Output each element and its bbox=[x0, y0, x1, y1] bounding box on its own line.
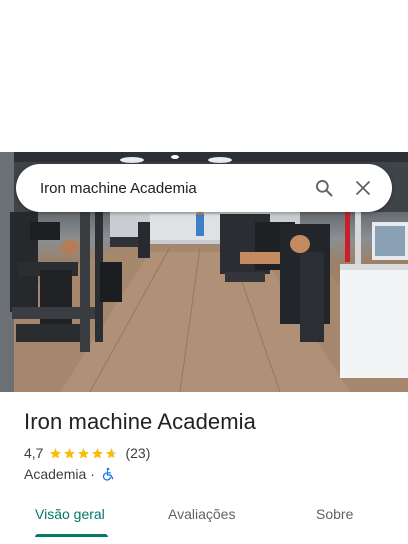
tab-reviews[interactable]: Avaliações bbox=[168, 506, 235, 522]
search-bar[interactable]: Iron machine Academia bbox=[16, 164, 392, 212]
map-blank-area bbox=[0, 0, 408, 152]
active-tab-indicator bbox=[35, 534, 108, 537]
category-row: Academia · bbox=[24, 465, 115, 483]
place-title: Iron machine Academia bbox=[24, 409, 257, 434]
review-count[interactable]: (23) bbox=[125, 445, 150, 461]
rating-row[interactable]: 4,7 (23) bbox=[24, 444, 150, 462]
tab-bar: Visão geral Avaliações Sobre bbox=[0, 494, 408, 538]
tab-overview[interactable]: Visão geral bbox=[35, 506, 105, 522]
place-category: Academia bbox=[24, 466, 87, 482]
star-icon bbox=[78, 447, 90, 459]
star-icon bbox=[92, 447, 104, 459]
star-icon bbox=[50, 447, 62, 459]
search-icon[interactable] bbox=[314, 178, 334, 198]
star-rating bbox=[49, 447, 119, 460]
star-icon bbox=[64, 447, 76, 459]
search-input[interactable]: Iron machine Academia bbox=[40, 180, 314, 197]
separator-dot: · bbox=[90, 466, 95, 482]
wheelchair-icon[interactable] bbox=[101, 467, 115, 481]
tab-about[interactable]: Sobre bbox=[316, 506, 353, 522]
rating-value: 4,7 bbox=[24, 445, 44, 461]
close-icon[interactable] bbox=[354, 179, 372, 197]
star-half-icon bbox=[106, 447, 118, 459]
